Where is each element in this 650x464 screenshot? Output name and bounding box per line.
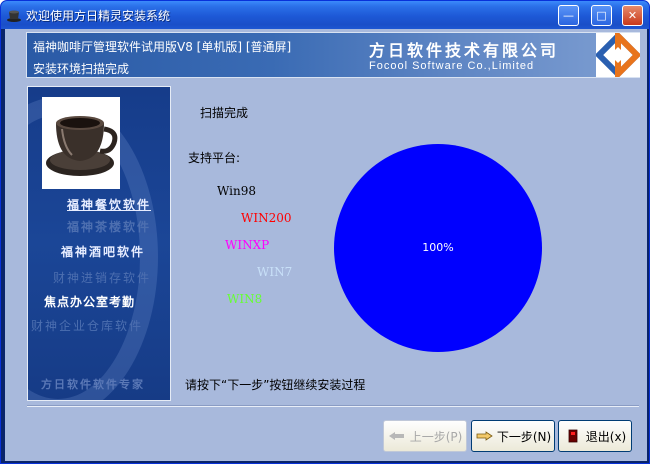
platform-win2000: WIN200 xyxy=(241,211,292,225)
sidebar-item-attendance[interactable]: 焦点办公室考勤 xyxy=(44,293,135,310)
left-hand-icon xyxy=(388,432,404,440)
right-hand-icon xyxy=(476,431,493,441)
close-button[interactable]: ✕ xyxy=(622,5,643,26)
company-name-cn: 方日软件技术有限公司 xyxy=(369,41,560,60)
product-sidebar: 福神餐饮软件 福神茶楼软件 福神酒吧软件 财神进销存软件 焦点办公室考勤 财神企… xyxy=(27,86,171,401)
window-title: 欢迎使用方日精灵安装系统 xyxy=(26,9,171,23)
scan-result-panel: 扫描完成 支持平台: Win98 WIN200 WINXP WIN7 WIN8 … xyxy=(171,86,641,401)
platform-win98: Win98 xyxy=(217,184,256,198)
next-button-label: 下一步(N) xyxy=(496,429,552,444)
coffee-cup-image xyxy=(42,97,120,189)
exit-button[interactable]: 退出(x) xyxy=(558,420,632,452)
previous-button[interactable]: 上一步(P) xyxy=(383,420,467,452)
sidebar-slogan: 方日软件软件专家 xyxy=(41,378,145,391)
sidebar-item-bar[interactable]: 福神酒吧软件 xyxy=(61,243,145,260)
exit-button-label: 退出(x) xyxy=(585,429,627,444)
coffee-cup-icon xyxy=(46,116,118,176)
platform-win8: WIN8 xyxy=(227,292,263,306)
pie-slice-label: 100% xyxy=(422,241,454,254)
sidebar-item-warehouse[interactable]: 财神企业仓库软件 xyxy=(31,317,143,334)
company-name-en: Focool Software Co.,Limited xyxy=(369,60,535,72)
scan-progress-pie: 100% xyxy=(334,144,542,352)
title-bar[interactable]: 欢迎使用方日精灵安装系统 — □ ✕ xyxy=(1,1,649,29)
company-logo xyxy=(594,28,642,82)
scan-status-text: 安装环境扫描完成 xyxy=(33,62,130,76)
sidebar-item-inventory[interactable]: 财神进销存软件 xyxy=(53,269,151,286)
installer-window: 欢迎使用方日精灵安装系统 — □ ✕ 福神咖啡厅管理软件试用版V8 [单机版] … xyxy=(0,0,650,464)
platform-winxp: WINXP xyxy=(225,238,270,252)
diamond-logo-icon xyxy=(594,28,642,82)
sidebar-item-restaurant[interactable]: 福神餐饮软件 xyxy=(67,196,151,213)
coffee-cup-icon xyxy=(7,10,21,22)
exit-door-icon xyxy=(568,429,578,443)
previous-button-label: 上一步(P) xyxy=(409,429,463,444)
button-divider xyxy=(27,405,639,407)
sidebar-item-teahouse[interactable]: 福神茶楼软件 xyxy=(67,218,151,235)
product-title: 福神咖啡厅管理软件试用版V8 [单机版] [普通屏] xyxy=(33,40,292,54)
client-area: 福神咖啡厅管理软件试用版V8 [单机版] [普通屏] 安装环境扫描完成 方日软件… xyxy=(5,28,647,461)
header-banner: 福神咖啡厅管理软件试用版V8 [单机版] [普通屏] 安装环境扫描完成 方日软件… xyxy=(26,28,642,82)
maximize-button[interactable]: □ xyxy=(591,5,612,26)
platform-win7: WIN7 xyxy=(257,265,293,279)
minimize-button[interactable]: — xyxy=(558,5,579,26)
next-button[interactable]: 下一步(N) xyxy=(471,420,555,452)
supported-platforms-label: 支持平台: xyxy=(188,151,241,165)
instruction-text: 请按下“下一步”按钮继续安装过程 xyxy=(185,378,366,392)
scan-done-label: 扫描完成 xyxy=(200,106,249,120)
